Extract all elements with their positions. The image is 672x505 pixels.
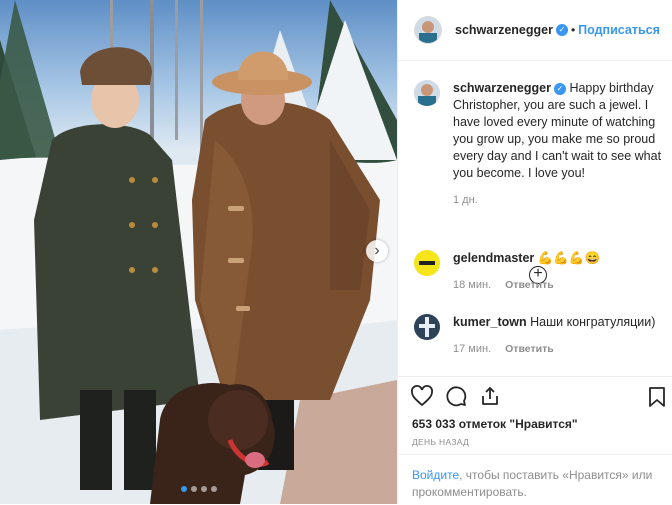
- comment-username[interactable]: kumer_town: [453, 315, 527, 329]
- login-link[interactable]: Войдите: [412, 468, 459, 482]
- caption-author-username[interactable]: schwarzenegger: [453, 81, 551, 95]
- carousel-next-chevron-right-icon[interactable]: ›: [366, 240, 388, 262]
- comment-age[interactable]: 18 мин.: [453, 279, 491, 291]
- comment-author-avatar[interactable]: [414, 314, 440, 340]
- comment-item: kumer_town Наши конгратуляции) 17 мин. От…: [414, 314, 664, 358]
- comment-meta: 18 мин. Ответить: [453, 277, 664, 294]
- caption-meta: 1 дн.: [453, 192, 664, 209]
- author-avatar[interactable]: [414, 16, 442, 44]
- comment-age[interactable]: 17 мин.: [453, 343, 491, 355]
- verified-badge-icon: ✓: [555, 24, 568, 36]
- post-header: schwarzenegger ✓ • Подписаться: [398, 0, 672, 61]
- carousel-dot: [200, 486, 207, 492]
- caption-text: Happy birthday Christopher, you are such…: [453, 81, 662, 180]
- photo-illustration: [0, 0, 397, 504]
- likes-count[interactable]: 653 033 отметок "Нравится": [412, 417, 578, 431]
- comment-meta: 17 мин. Ответить: [453, 341, 664, 358]
- login-prompt-text: Войдите, чтобы поставить «Нравится» или …: [412, 467, 662, 501]
- share-icon[interactable]: [478, 384, 502, 408]
- comment-author-avatar[interactable]: [414, 250, 440, 276]
- author-username[interactable]: schwarzenegger: [455, 23, 553, 37]
- caption-author-avatar[interactable]: [414, 80, 440, 106]
- caption-item: schwarzenegger ✓ Happy birthday Christoph…: [414, 80, 664, 209]
- action-icons: [410, 384, 502, 408]
- login-prompt: Войдите, чтобы поставить «Нравится» или …: [398, 454, 672, 505]
- follow-button[interactable]: Подписаться: [578, 23, 660, 37]
- comment-text: Наши конгратуляции): [530, 315, 656, 329]
- carousel-dot: [190, 486, 197, 492]
- comments-list: schwarzenegger ✓ Happy birthday Christoph…: [398, 62, 672, 372]
- caption-age[interactable]: 1 дн.: [453, 194, 478, 206]
- comment-text: 💪💪💪😄: [537, 251, 601, 265]
- speech-bubble-icon[interactable]: [444, 384, 468, 408]
- header-separator: •: [570, 23, 576, 37]
- comment-username[interactable]: gelendmaster: [453, 251, 534, 265]
- verified-badge-icon: ✓: [553, 83, 566, 95]
- carousel-dot-active: [180, 486, 187, 492]
- carousel-dots: [0, 486, 397, 492]
- reply-button[interactable]: Ответить: [505, 279, 554, 291]
- heart-icon[interactable]: [410, 384, 434, 408]
- comment-item: gelendmaster 💪💪💪😄 18 мин. Ответить: [414, 250, 664, 294]
- bookmark-icon[interactable]: [648, 386, 666, 413]
- post-side-panel: schwarzenegger ✓ • Подписаться schwarzen…: [397, 0, 672, 504]
- reply-button[interactable]: Ответить: [505, 343, 554, 355]
- post-photo[interactable]: ›: [0, 0, 397, 504]
- post-date[interactable]: ДЕНЬ НАЗАД: [412, 437, 469, 447]
- post-actions: 653 033 отметок "Нравится" ДЕНЬ НАЗАД: [398, 376, 672, 447]
- carousel-dot: [210, 486, 217, 492]
